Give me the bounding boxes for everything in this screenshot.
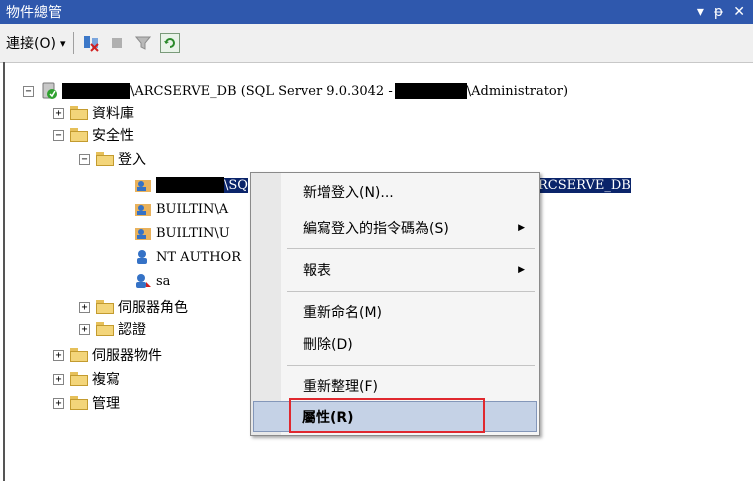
- tree-node-logins[interactable]: − 登入: [79, 148, 146, 170]
- menu-item-script-login[interactable]: 編寫登入的指令碼為(S) ▶: [251, 213, 539, 243]
- expand-icon[interactable]: +: [79, 301, 90, 313]
- tree-node-replication[interactable]: + 複寫: [53, 368, 120, 390]
- tree-node-login-builtin-admin[interactable]: BUILTIN\A: [134, 198, 228, 220]
- server-label: \ARCSERVE_DB (SQL Server 9.0.3042 -: [130, 83, 393, 99]
- connect-label: 連接(O): [6, 36, 56, 52]
- menu-separator: [287, 248, 535, 249]
- server-icon: [40, 82, 58, 100]
- disconnect-icon[interactable]: [82, 34, 100, 52]
- expand-icon[interactable]: +: [79, 323, 90, 335]
- stop-icon[interactable]: [108, 34, 126, 52]
- server-label-user: \Administrator): [466, 83, 569, 99]
- close-icon[interactable]: ✕: [733, 4, 745, 20]
- window-title: 物件總管: [6, 5, 62, 21]
- tree-node-management[interactable]: + 管理: [53, 392, 120, 414]
- login-label: BUILTIN\A: [156, 201, 229, 217]
- tree-node-databases[interactable]: + 資料庫: [53, 102, 134, 124]
- folder-icon: [70, 106, 88, 120]
- menu-item-refresh[interactable]: 重新整理(F): [251, 371, 539, 401]
- tree-node-security[interactable]: − 安全性: [53, 124, 134, 146]
- login-label: \SQ: [224, 177, 248, 193]
- menu-item-label: 刪除(D): [303, 337, 353, 353]
- connect-button[interactable]: 連接(O) ▾: [0, 33, 65, 53]
- refresh-icon[interactable]: [160, 33, 181, 53]
- tree-node-login-selected-tail[interactable]: RCSERVE_DB: [538, 174, 631, 196]
- filter-icon[interactable]: [134, 34, 152, 52]
- window-titlebar: 物件總管 ▾ ᵽ ✕: [0, 0, 753, 24]
- folder-icon: [96, 322, 114, 336]
- tree-label: 資料庫: [92, 106, 134, 122]
- menu-separator: [287, 291, 535, 292]
- menu-separator: [287, 365, 535, 366]
- toolbar: 連接(O) ▾: [0, 24, 753, 63]
- tree-node-server-objects[interactable]: + 伺服器物件: [53, 344, 162, 366]
- login-icon: [134, 200, 152, 218]
- tree-label: 認證: [118, 322, 146, 338]
- login-icon: [134, 176, 152, 194]
- redacted-server-name: [62, 83, 130, 99]
- submenu-arrow-icon: ▶: [518, 223, 525, 233]
- submenu-arrow-icon: ▶: [518, 265, 525, 275]
- menu-item-label: 重新命名(M): [303, 305, 383, 321]
- expand-icon[interactable]: +: [53, 349, 64, 361]
- tree-label: 管理: [92, 396, 120, 412]
- tree-label: 複寫: [92, 372, 120, 388]
- toolbar-divider: [73, 32, 75, 54]
- expand-icon[interactable]: +: [53, 373, 64, 385]
- folder-icon: [70, 348, 88, 362]
- context-menu: 新增登入(N)... 編寫登入的指令碼為(S) ▶ 報表 ▶ 重新命名(M) 刪…: [250, 172, 540, 436]
- login-label: NT AUTHOR: [156, 249, 241, 265]
- menu-item-label: 報表: [303, 263, 331, 279]
- login-label: BUILTIN\U: [156, 225, 230, 241]
- login-label-tail: RCSERVE_DB: [538, 177, 631, 193]
- login-icon: [134, 224, 152, 242]
- expand-icon[interactable]: +: [53, 397, 64, 409]
- menu-item-label: 編寫登入的指令碼為(S): [303, 221, 449, 237]
- folder-icon: [70, 128, 88, 142]
- disabled-user-icon: [134, 272, 152, 290]
- tree-node-login-builtin-users[interactable]: BUILTIN\U: [134, 222, 230, 244]
- tree-label: 登入: [118, 152, 146, 168]
- redacted-user-name: [394, 83, 467, 99]
- tree-node-credentials[interactable]: + 認證: [79, 318, 146, 340]
- tree-node-login-sa[interactable]: sa: [134, 270, 170, 292]
- collapse-icon[interactable]: −: [53, 129, 64, 141]
- menu-item-rename[interactable]: 重新命名(M): [251, 297, 539, 327]
- collapse-icon[interactable]: −: [23, 85, 34, 97]
- login-label: sa: [156, 273, 171, 289]
- redacted-login-name: [156, 177, 224, 193]
- highlight-box: [289, 398, 485, 433]
- tree-label: 安全性: [92, 128, 134, 144]
- tree-node-login-selected[interactable]: \SQ: [134, 174, 248, 196]
- tree-node-server-roles[interactable]: + 伺服器角色: [79, 296, 188, 318]
- window-position-dropdown-icon[interactable]: ▾: [697, 4, 704, 20]
- folder-icon: [70, 372, 88, 386]
- tree-node-login-nt-authority[interactable]: NT AUTHOR: [134, 246, 241, 268]
- menu-item-label: 重新整理(F): [303, 379, 378, 395]
- menu-item-new-login[interactable]: 新增登入(N)...: [251, 177, 539, 207]
- folder-icon: [70, 396, 88, 410]
- user-icon: [134, 248, 152, 266]
- menu-item-label: 新增登入(N)...: [303, 185, 394, 201]
- expand-icon[interactable]: +: [53, 107, 64, 119]
- tree-label: 伺服器物件: [92, 348, 162, 364]
- collapse-icon[interactable]: −: [79, 153, 90, 165]
- menu-item-delete[interactable]: 刪除(D): [251, 329, 539, 359]
- tree-label: 伺服器角色: [118, 300, 188, 316]
- pin-icon[interactable]: ᵽ: [714, 4, 723, 20]
- tree-node-server[interactable]: − \ARCSERVE_DB (SQL Server 9.0.3042 - \A…: [23, 80, 568, 102]
- folder-icon: [96, 152, 114, 166]
- folder-icon: [96, 300, 114, 314]
- menu-item-reports[interactable]: 報表 ▶: [251, 255, 539, 285]
- chevron-down-icon: ▾: [59, 36, 66, 50]
